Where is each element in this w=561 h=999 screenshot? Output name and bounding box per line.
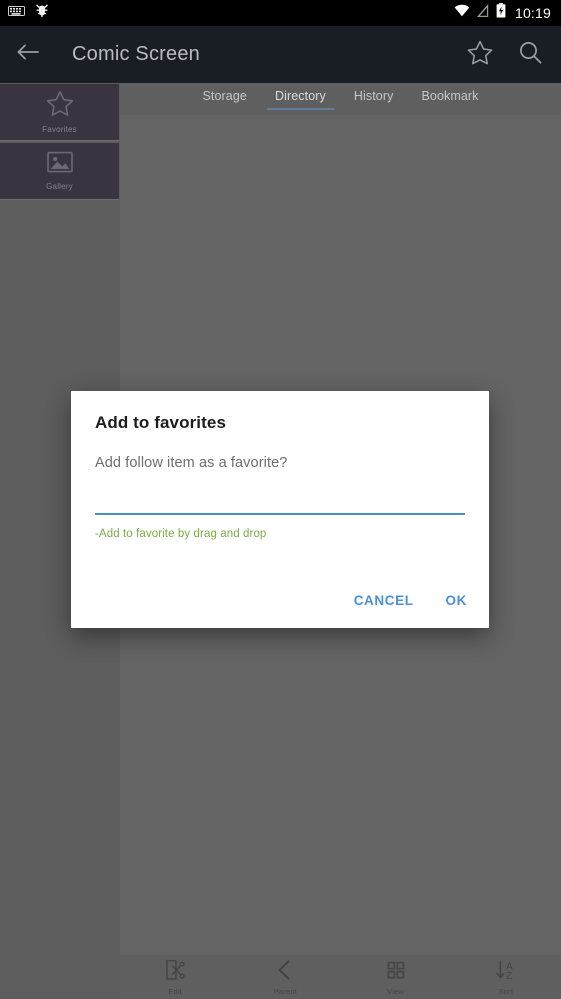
favorite-name-input[interactable] bbox=[95, 489, 465, 513]
screen-root: 10:19 Comic Screen Favorites Gallery Sto… bbox=[0, 0, 561, 999]
dialog-message: Add follow item as a favorite? bbox=[95, 455, 288, 471]
add-to-favorites-dialog: Add to favorites Add follow item as a fa… bbox=[71, 391, 489, 628]
dialog-actions: CANCEL OK bbox=[350, 587, 471, 614]
ok-button[interactable]: OK bbox=[442, 587, 471, 614]
cancel-button[interactable]: CANCEL bbox=[350, 587, 418, 614]
dialog-title: Add to favorites bbox=[95, 413, 227, 432]
dialog-helper-text: -Add to favorite by drag and drop bbox=[95, 528, 267, 540]
dialog-input-wrapper bbox=[95, 489, 465, 515]
